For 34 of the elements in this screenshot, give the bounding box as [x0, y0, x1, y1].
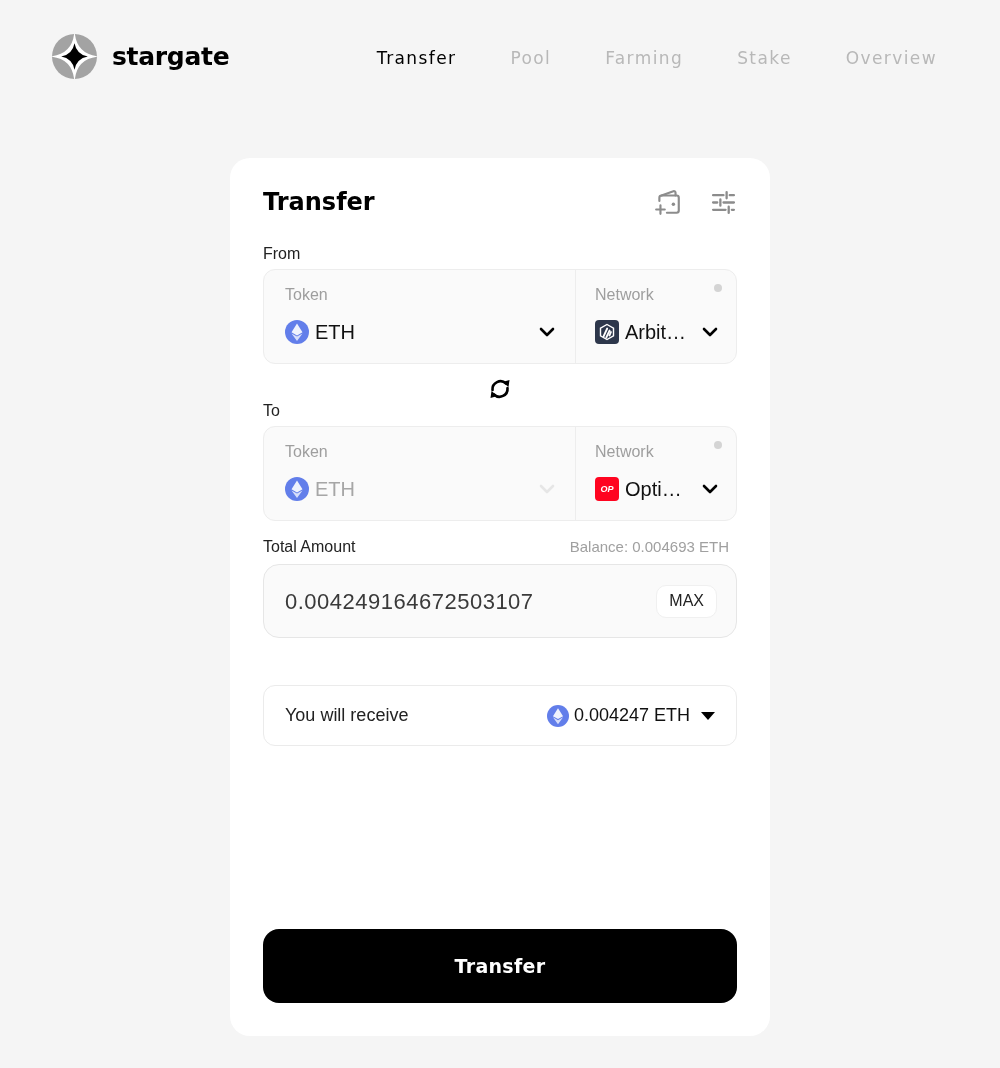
receive-amount-toggle[interactable]: 0.004247 ETH [546, 702, 715, 729]
logo-icon[interactable] [52, 33, 97, 79]
brand-name: stargate [112, 43, 230, 69]
caret-down-icon [701, 711, 715, 720]
swap-icon[interactable] [488, 377, 512, 401]
wallet-plus-icon[interactable] [653, 188, 683, 216]
settings-sliders-icon[interactable] [709, 189, 737, 215]
status-dot-icon [714, 284, 722, 292]
field-label: Token [285, 285, 328, 305]
field-label: Network [595, 285, 654, 305]
network-dropdown[interactable]: OP Opti… [595, 475, 718, 503]
network-logo-icon: OP [595, 477, 619, 501]
coin-icon [285, 477, 309, 501]
balance-text: Balance: 0.004693 ETH [569, 537, 730, 557]
section-label: From [263, 244, 302, 264]
chevron-down-icon [539, 327, 555, 337]
amount-label: Total Amount [263, 537, 356, 557]
amount-field[interactable]: 0.004249164672503107 MAX [263, 564, 737, 638]
field-label: Token [285, 442, 328, 462]
section-label: To [263, 401, 281, 421]
max-button[interactable]: MAX [656, 584, 717, 618]
field-label: Network [595, 442, 654, 462]
network-dropdown[interactable]: Arbit… [595, 318, 718, 346]
token-dropdown[interactable]: ETH [285, 318, 555, 346]
nav-tab[interactable]: Transfer [376, 49, 457, 67]
coin-icon [285, 320, 309, 344]
coin-icon [546, 704, 569, 727]
receive-label: You will receive [285, 704, 409, 727]
card-title: Transfer [263, 187, 375, 218]
chevron-down-icon [702, 484, 718, 494]
status-dot-icon [714, 441, 722, 449]
chevron-down-icon [702, 327, 718, 337]
transfer-button[interactable]: Transfer [263, 929, 737, 1003]
network-logo-icon [595, 320, 619, 344]
